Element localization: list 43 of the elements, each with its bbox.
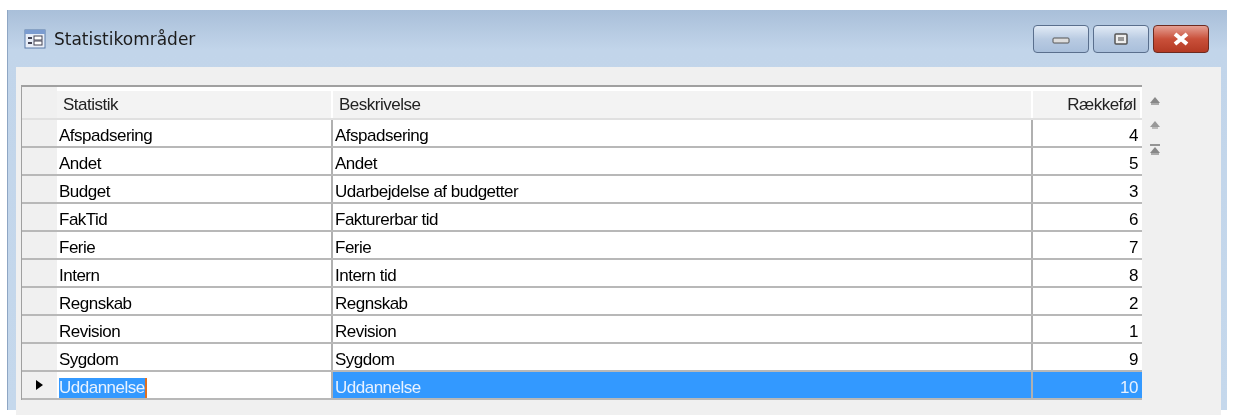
table-cell-text: 3	[1128, 181, 1139, 202]
table-cell: Uddannelse	[333, 372, 1033, 398]
table-cell[interactable]: Sygdom	[59, 350, 119, 370]
scroll-top-icon[interactable]	[1148, 95, 1162, 107]
window-title: Statistikområder	[54, 28, 196, 49]
table-cell[interactable]: Andet	[59, 154, 101, 174]
table-cell-text: 8	[1128, 265, 1139, 286]
table-cell: Afspadsering	[333, 120, 1033, 146]
table-cell-text: 2	[1128, 293, 1139, 314]
minimize-button[interactable]	[1033, 24, 1089, 53]
form-icon	[24, 28, 46, 49]
maximize-icon	[1113, 32, 1129, 45]
table-cell: Sygdom	[333, 344, 1033, 370]
table-cell-text: 7	[1128, 237, 1139, 258]
table-cell: Regnskab	[333, 288, 1033, 314]
table-cell: Intern tid	[333, 260, 1033, 286]
table-cell[interactable]: Ferie	[59, 238, 96, 258]
maximize-button[interactable]	[1093, 24, 1149, 53]
scroll-up-icon[interactable]	[1148, 119, 1162, 131]
table-cell: Udarbejdelse af budgetter	[333, 176, 1033, 202]
table-cell-text: 1	[1128, 321, 1139, 342]
row-selector[interactable]	[22, 372, 57, 398]
current-row-icon	[36, 380, 43, 390]
table-cell: Ferie	[333, 232, 1033, 258]
column-header[interactable]: Statistik	[63, 94, 119, 115]
table-cell[interactable]: Regnskab	[59, 294, 132, 314]
table-cell: Revision	[333, 316, 1033, 342]
table-cell[interactable]: Afspadsering	[59, 126, 153, 146]
table-cell[interactable]: Revision	[59, 322, 121, 342]
column-header[interactable]: Beskrivelse	[339, 94, 421, 115]
table-cell-text: 9	[1128, 349, 1139, 370]
table-cell: Fakturerbar tid	[333, 204, 1033, 230]
table-cell: 10	[1033, 372, 1142, 398]
table-cell: Andet	[333, 148, 1033, 174]
table-cell-text: 4	[1128, 125, 1139, 146]
close-icon	[1171, 31, 1191, 46]
table-cell-text: 6	[1128, 209, 1139, 230]
table-cell[interactable]: Budget	[59, 182, 110, 202]
table-cell[interactable]: Intern	[59, 266, 100, 286]
scroll-first-icon[interactable]	[1148, 143, 1162, 157]
table-cell-text: 5	[1128, 153, 1139, 174]
table-cell[interactable]: FakTid	[59, 210, 108, 230]
close-button[interactable]	[1153, 24, 1209, 53]
